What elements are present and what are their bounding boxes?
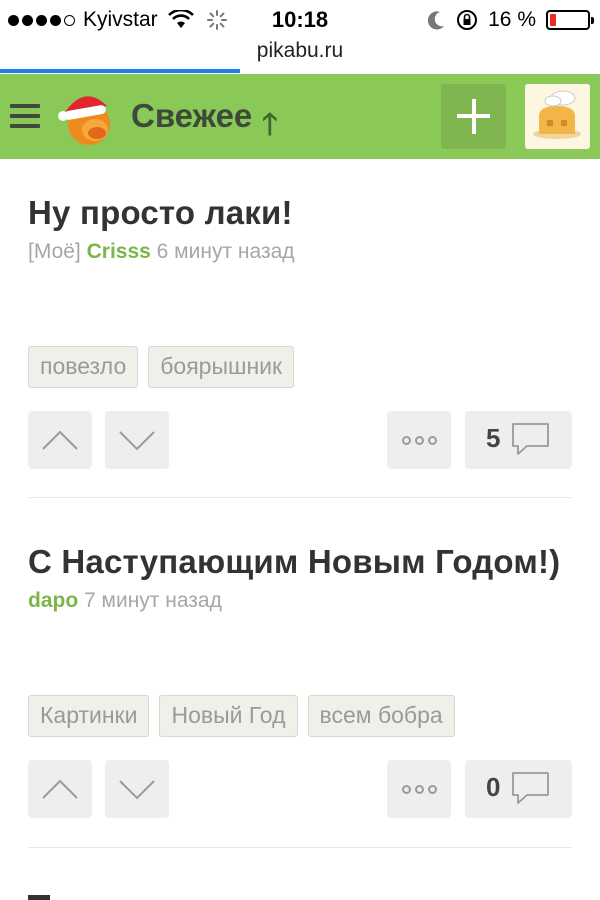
avatar[interactable] <box>525 84 590 149</box>
dot-icon <box>401 784 411 794</box>
tag[interactable]: Картинки <box>28 695 150 737</box>
dot-icon <box>427 435 437 445</box>
post-tags: повезло боярышник <box>28 346 295 388</box>
post-tags: Картинки Новый Год всем бобра <box>28 695 455 737</box>
more-options-button[interactable] <box>387 411 451 469</box>
post-time: 6 минут назад <box>156 240 295 263</box>
tag[interactable]: всем бобра <box>307 695 455 737</box>
downvote-button[interactable] <box>105 760 169 818</box>
page-title[interactable]: Свежее <box>131 97 252 135</box>
tag[interactable]: повезло <box>28 346 139 388</box>
post-card: С Наступающим Новым Годом!) dapo 7 минут… <box>28 543 572 818</box>
post-community: [Моё] <box>28 240 81 263</box>
post-author[interactable]: dapo <box>28 589 78 612</box>
page-load-progress <box>0 69 240 73</box>
moon-icon <box>428 11 445 30</box>
divider <box>28 497 572 498</box>
status-right: 16 % <box>428 8 594 32</box>
dot-icon <box>414 784 424 794</box>
post-title[interactable]: С Наступающим Новым Годом!) <box>28 543 572 581</box>
chevron-down-icon <box>119 780 155 800</box>
comment-count: 5 <box>486 423 501 453</box>
address-bar[interactable]: pikabu.ru <box>0 39 600 63</box>
comment-count: 0 <box>486 772 501 802</box>
more-options-button[interactable] <box>387 760 451 818</box>
upvote-button[interactable] <box>28 760 92 818</box>
comments-button[interactable]: 5 <box>465 411 572 469</box>
post-meta: dapo 7 минут назад <box>28 589 572 613</box>
downvote-button[interactable] <box>105 411 169 469</box>
site-header: Свежее 🡑 <box>0 74 600 159</box>
battery-icon <box>546 10 594 30</box>
tag[interactable]: боярышник <box>148 346 295 388</box>
hamburger-icon[interactable] <box>10 104 40 128</box>
chevron-up-icon <box>42 430 78 450</box>
dot-icon <box>414 435 424 445</box>
battery-percent: 16 % <box>488 8 536 31</box>
post-meta: [Моё] Crisss 6 минут назад <box>28 240 572 264</box>
arrow-up-icon[interactable]: 🡑 <box>262 102 278 153</box>
post-author[interactable]: Crisss <box>87 240 151 263</box>
chevron-down-icon <box>119 431 155 451</box>
next-post-title-partial <box>28 895 50 900</box>
upvote-button[interactable] <box>28 411 92 469</box>
comments-button[interactable]: 0 <box>465 760 572 818</box>
dot-icon <box>401 435 411 445</box>
post-title[interactable]: Ну просто лаки! <box>28 194 572 232</box>
pikabu-logo[interactable] <box>55 86 117 148</box>
post-card: Ну просто лаки! [Моё] Crisss 6 минут наз… <box>28 194 572 469</box>
post-time: 7 минут назад <box>84 589 222 612</box>
rotation-lock-icon <box>457 10 478 30</box>
chevron-up-icon <box>42 779 78 799</box>
comment-icon <box>512 423 549 455</box>
status-bar: Kyivstar 10:18 16 % <box>0 0 600 40</box>
dot-icon <box>427 784 437 794</box>
tag[interactable]: Новый Год <box>159 695 298 737</box>
divider <box>28 847 572 848</box>
comment-icon <box>512 772 549 804</box>
add-post-button[interactable] <box>441 84 506 149</box>
